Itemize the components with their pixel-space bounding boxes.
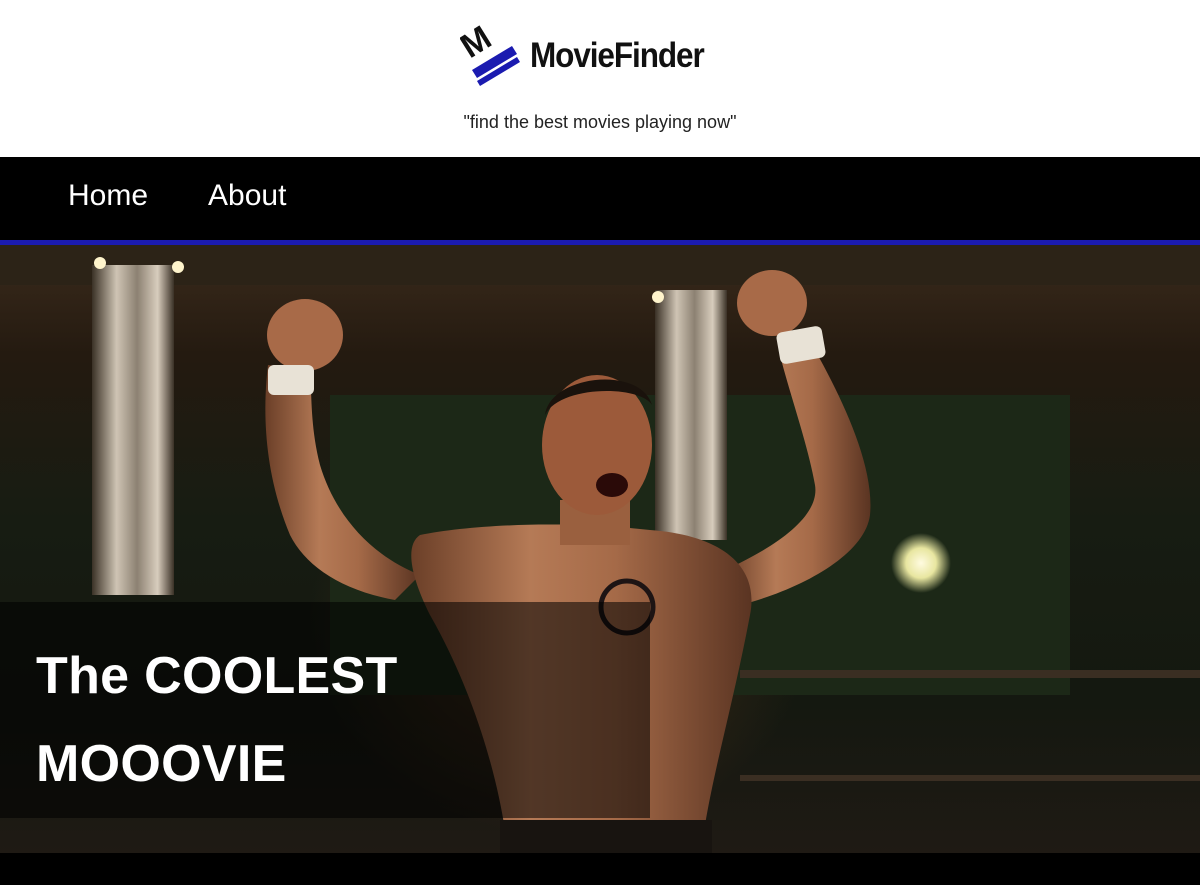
railing xyxy=(740,670,1200,678)
page: M MovieFinder "find the best movies play… xyxy=(0,0,1200,885)
main-nav: Home About xyxy=(0,157,1200,240)
wall-lamp xyxy=(891,533,951,593)
nav-home-link[interactable]: Home xyxy=(68,179,148,213)
moviefinder-logo-icon: M xyxy=(460,24,520,86)
railing xyxy=(740,775,1200,781)
ceiling-light xyxy=(94,257,106,269)
site-header: M MovieFinder "find the best movies play… xyxy=(0,0,1200,157)
hero-banner[interactable]: The COOLEST MOOOVIE xyxy=(0,245,1200,853)
nav-about-link[interactable]: About xyxy=(208,179,286,213)
hero-title[interactable]: The COOLEST MOOOVIE xyxy=(36,632,596,808)
tagline: "find the best movies playing now" xyxy=(463,112,737,132)
bottom-strip xyxy=(0,853,1200,885)
hero-title-line: MOOOVIE xyxy=(36,735,287,793)
brand-name: MovieFinder xyxy=(530,36,705,75)
ceiling-light xyxy=(652,291,664,303)
brand[interactable]: M MovieFinder xyxy=(460,24,723,88)
hero-title-line: The COOLEST xyxy=(36,647,398,705)
hero-title-box: The COOLEST MOOOVIE xyxy=(0,602,650,818)
pillar-left xyxy=(92,265,174,595)
ceiling-light xyxy=(172,261,184,273)
pillar-center xyxy=(655,290,727,540)
